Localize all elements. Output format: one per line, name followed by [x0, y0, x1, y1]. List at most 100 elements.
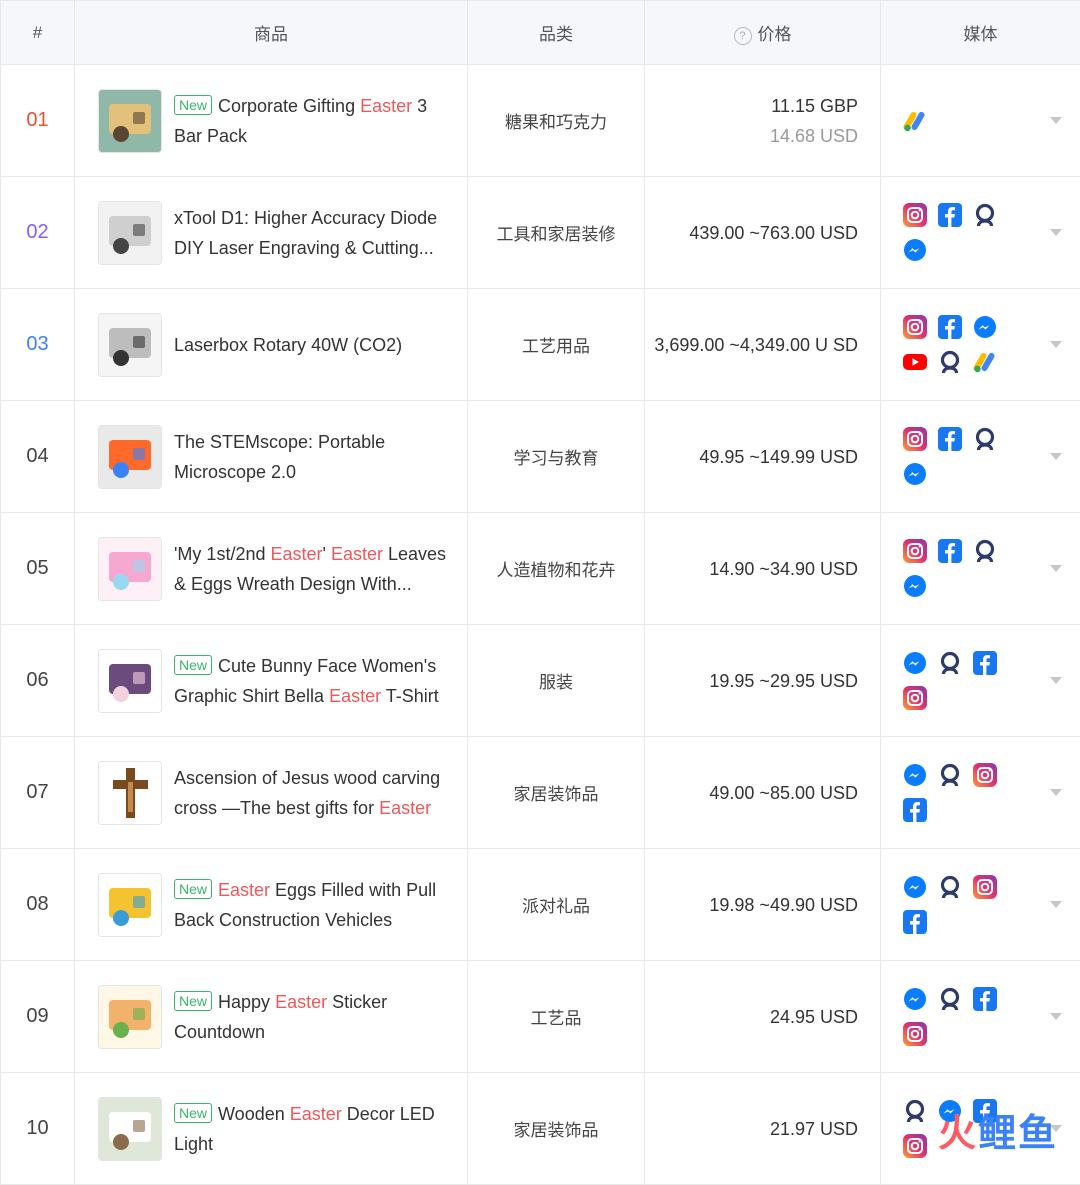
facebook-icon[interactable] — [971, 650, 998, 677]
instagram-icon[interactable] — [901, 202, 928, 229]
keyword-highlight: Easter — [270, 544, 322, 564]
product-thumbnail[interactable] — [98, 761, 162, 825]
facebook-icon[interactable] — [936, 202, 963, 229]
facebook-icon[interactable] — [936, 538, 963, 565]
table-row[interactable]: 05'My 1st/2nd Easter' Easter Leaves & Eg… — [1, 513, 1080, 625]
product-thumbnail[interactable] — [98, 537, 162, 601]
instagram-icon[interactable] — [901, 685, 928, 712]
table-row[interactable]: 08NewEaster Eggs Filled with Pull Back C… — [1, 849, 1080, 961]
facebook-icon[interactable] — [936, 314, 963, 341]
title-text: ' — [323, 544, 331, 564]
header-category[interactable]: 品类 — [468, 1, 645, 65]
product-thumbnail[interactable] — [98, 873, 162, 937]
product-title[interactable]: Ascension of Jesus wood carving cross —T… — [174, 763, 456, 823]
table-row[interactable]: 03Laserbox Rotary 40W (CO2)工艺用品3,699.00 … — [1, 289, 1080, 401]
youtube-icon[interactable] — [901, 349, 928, 376]
title-text: xTool D1: Higher Accuracy Diode DIY Lase… — [174, 208, 437, 258]
audience-network-icon[interactable] — [936, 650, 963, 677]
rank-cell: 02 — [1, 177, 75, 289]
rank-cell: 10 — [1, 1073, 75, 1185]
product-title[interactable]: The STEMscope: Portable Microscope 2.0 — [174, 427, 456, 487]
audience-network-icon[interactable] — [971, 538, 998, 565]
product-cell[interactable]: 'My 1st/2nd Easter' Easter Leaves & Eggs… — [75, 513, 468, 625]
facebook-icon[interactable] — [936, 426, 963, 453]
product-title[interactable]: Laserbox Rotary 40W (CO2) — [174, 330, 402, 360]
messenger-icon[interactable] — [901, 237, 928, 264]
header-product[interactable]: 商品 — [75, 1, 468, 65]
google-ads-icon[interactable] — [901, 107, 928, 134]
product-thumbnail[interactable] — [98, 425, 162, 489]
facebook-icon[interactable] — [901, 909, 928, 936]
product-cell[interactable]: NewCorporate Gifting Easter 3 Bar Pack — [75, 65, 468, 177]
instagram-icon[interactable] — [901, 314, 928, 341]
product-cell[interactable]: Laserbox Rotary 40W (CO2) — [75, 289, 468, 401]
product-thumbnail[interactable] — [98, 313, 162, 377]
instagram-icon[interactable] — [971, 874, 998, 901]
instagram-icon[interactable] — [901, 426, 928, 453]
media-cell — [881, 289, 1080, 401]
messenger-icon[interactable] — [901, 573, 928, 600]
rank-cell: 04 — [1, 401, 75, 513]
chevron-down-icon[interactable] — [1050, 677, 1062, 684]
chevron-down-icon[interactable] — [1050, 565, 1062, 572]
table-row[interactable]: 04 The STEMscope: Portable Microscope 2.0… — [1, 401, 1080, 513]
table-row[interactable]: 06NewCute Bunny Face Women's Graphic Shi… — [1, 625, 1080, 737]
audience-network-icon[interactable] — [971, 426, 998, 453]
instagram-icon[interactable] — [971, 762, 998, 789]
table-row[interactable]: 10NewWooden Easter Decor LED Light家居装饰品2… — [1, 1073, 1080, 1185]
product-title[interactable]: NewCorporate Gifting Easter 3 Bar Pack — [174, 91, 456, 151]
messenger-icon[interactable] — [901, 650, 928, 677]
audience-network-icon[interactable] — [936, 874, 963, 901]
product-cell[interactable]: NewWooden Easter Decor LED Light — [75, 1073, 468, 1185]
chevron-down-icon[interactable] — [1050, 341, 1062, 348]
product-title[interactable]: NewWooden Easter Decor LED Light — [174, 1099, 456, 1159]
product-thumbnail[interactable] — [98, 201, 162, 265]
chevron-down-icon[interactable] — [1050, 117, 1062, 124]
audience-network-icon[interactable] — [901, 1098, 928, 1125]
messenger-icon[interactable] — [901, 874, 928, 901]
product-thumbnail[interactable] — [98, 649, 162, 713]
product-title[interactable]: 'My 1st/2nd Easter' Easter Leaves & Eggs… — [174, 539, 456, 599]
product-title[interactable]: NewHappy Easter Sticker Countdown — [174, 987, 456, 1047]
product-thumbnail[interactable] — [98, 89, 162, 153]
product-thumbnail[interactable] — [98, 985, 162, 1049]
product-title[interactable]: xTool D1: Higher Accuracy Diode DIY Lase… — [174, 203, 456, 263]
instagram-icon[interactable] — [901, 1133, 928, 1160]
header-price[interactable]: ?价格 — [645, 1, 881, 65]
product-cell[interactable]: The STEMscope: Portable Microscope 2.0 — [75, 401, 468, 513]
product-cell[interactable]: NewHappy Easter Sticker Countdown — [75, 961, 468, 1073]
table-row[interactable]: 09NewHappy Easter Sticker Countdown工艺品24… — [1, 961, 1080, 1073]
chevron-down-icon[interactable] — [1050, 789, 1062, 796]
product-thumbnail[interactable] — [98, 1097, 162, 1161]
product-cell[interactable]: Ascension of Jesus wood carving cross —T… — [75, 737, 468, 849]
product-cell[interactable]: xTool D1: Higher Accuracy Diode DIY Lase… — [75, 177, 468, 289]
google-ads-icon[interactable] — [971, 349, 998, 376]
messenger-icon[interactable] — [901, 986, 928, 1013]
facebook-icon[interactable] — [971, 986, 998, 1013]
help-icon[interactable]: ? — [734, 27, 752, 45]
chevron-down-icon[interactable] — [1050, 901, 1062, 908]
chevron-down-icon[interactable] — [1050, 453, 1062, 460]
facebook-icon[interactable] — [901, 797, 928, 824]
audience-network-icon[interactable] — [971, 202, 998, 229]
product-cell[interactable]: NewEaster Eggs Filled with Pull Back Con… — [75, 849, 468, 961]
audience-network-icon[interactable] — [936, 349, 963, 376]
media-cell — [881, 737, 1080, 849]
header-media[interactable]: 媒体 — [881, 1, 1080, 65]
messenger-icon[interactable] — [971, 314, 998, 341]
product-cell[interactable]: NewCute Bunny Face Women's Graphic Shirt… — [75, 625, 468, 737]
table-row[interactable]: 02 xTool D1: Higher Accuracy Diode DIY La… — [1, 177, 1080, 289]
table-row[interactable]: 01NewCorporate Gifting Easter 3 Bar Pack… — [1, 65, 1080, 177]
table-row[interactable]: 07Ascension of Jesus wood carving cross … — [1, 737, 1080, 849]
messenger-icon[interactable] — [901, 461, 928, 488]
product-title[interactable]: NewCute Bunny Face Women's Graphic Shirt… — [174, 651, 456, 711]
audience-network-icon[interactable] — [936, 762, 963, 789]
messenger-icon[interactable] — [901, 762, 928, 789]
product-title[interactable]: NewEaster Eggs Filled with Pull Back Con… — [174, 875, 456, 935]
chevron-down-icon[interactable] — [1050, 1013, 1062, 1020]
keyword-highlight: Easter — [290, 1104, 342, 1124]
instagram-icon[interactable] — [901, 1021, 928, 1048]
instagram-icon[interactable] — [901, 538, 928, 565]
audience-network-icon[interactable] — [936, 986, 963, 1013]
chevron-down-icon[interactable] — [1050, 229, 1062, 236]
